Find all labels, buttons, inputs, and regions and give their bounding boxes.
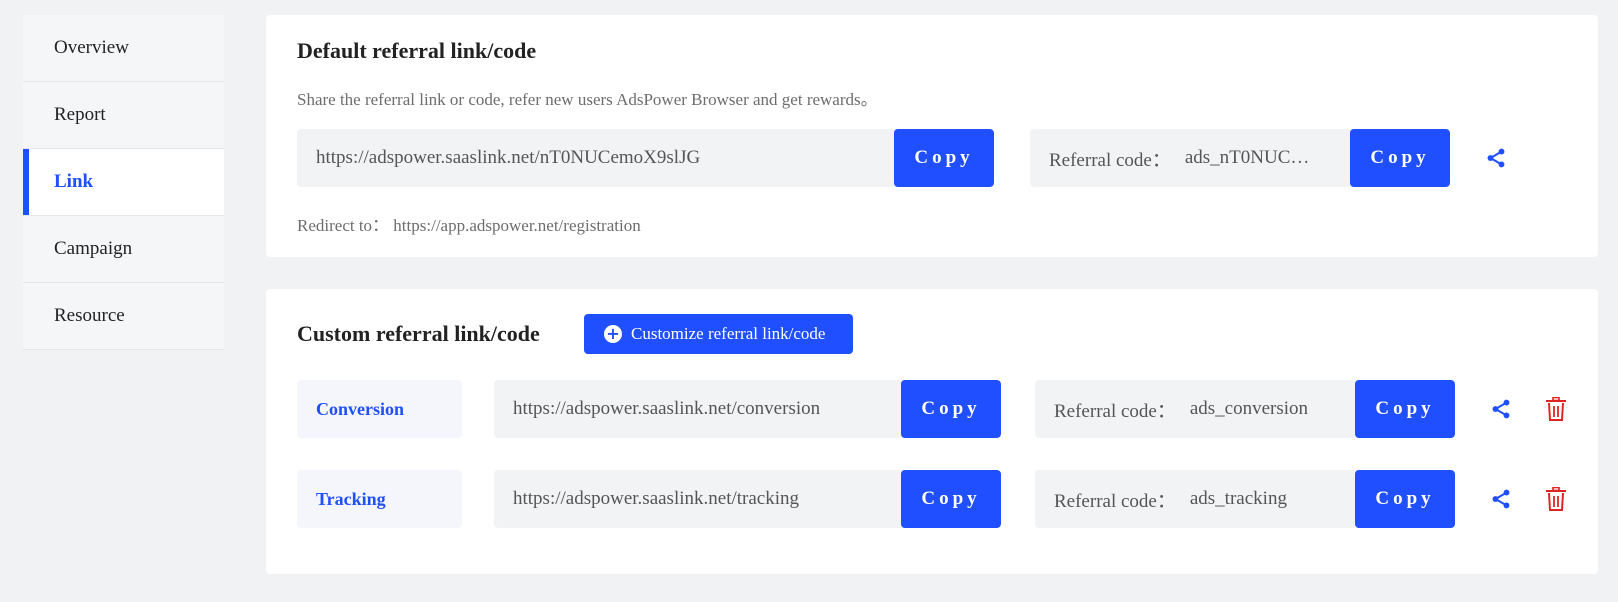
default-link-value: https://adspower.saaslink.net/nT0NUCemoX… xyxy=(316,147,701,168)
customize-referral-button-label: Customize referral link/code xyxy=(631,324,826,343)
sidebar-item-label: Report xyxy=(54,104,106,125)
referral-code-label: Referral code： xyxy=(1049,149,1171,171)
copy-default-code-button[interactable]: Copy xyxy=(1350,129,1450,187)
custom-code-value: ads_conversion xyxy=(1189,398,1309,419)
redirect-text: Redirect to： https://app.adspower.net/re… xyxy=(297,216,641,235)
sidebar-item-resource[interactable]: Resource xyxy=(23,283,224,350)
trash-icon[interactable] xyxy=(1543,396,1569,422)
custom-link-field[interactable]: https://adspower.saaslink.net/conversion… xyxy=(494,380,1001,438)
sidebar-item-report[interactable]: Report xyxy=(23,82,224,149)
default-section-title: Default referral link/code xyxy=(297,38,537,63)
trash-icon[interactable] xyxy=(1543,486,1569,512)
custom-section-title: Custom referral link/code xyxy=(297,321,540,346)
custom-referral-card: Custom referral link/code + Customize re… xyxy=(266,289,1598,574)
sidebar-item-label: Campaign xyxy=(54,238,133,259)
sidebar-item-label: Link xyxy=(54,171,94,192)
copy-default-link-button[interactable]: Copy xyxy=(894,129,994,187)
sidebar-item-label: Resource xyxy=(54,305,125,326)
custom-code-field[interactable]: Referral code： ads_tracking Copy xyxy=(1035,470,1455,528)
default-section-description: Share the referral link or code, refer n… xyxy=(297,90,878,109)
copy-custom-code-button[interactable]: Copy xyxy=(1355,380,1455,438)
sidebar-item-label: Overview xyxy=(54,37,129,58)
default-code-value: ads_nT0NUCemoX9slJG xyxy=(1184,147,1311,168)
share-icon[interactable] xyxy=(1483,145,1509,171)
custom-link-field[interactable]: https://adspower.saaslink.net/tracking C… xyxy=(494,470,1001,528)
default-link-field[interactable]: https://adspower.saaslink.net/nT0NUCemoX… xyxy=(297,129,994,187)
custom-code-value: ads_tracking xyxy=(1189,488,1287,509)
default-code-field[interactable]: Referral code： ads_nT0NUCemoX9slJG Copy xyxy=(1030,129,1450,187)
referral-code-label: Referral code： xyxy=(1054,490,1176,512)
custom-code-field[interactable]: Referral code： ads_conversion Copy xyxy=(1035,380,1455,438)
copy-custom-link-button[interactable]: Copy xyxy=(901,470,1001,528)
plus-circle-icon: + xyxy=(604,325,622,343)
customize-referral-button[interactable]: + Customize referral link/code xyxy=(584,314,853,354)
sidebar-item-campaign[interactable]: Campaign xyxy=(23,216,224,283)
copy-custom-code-button[interactable]: Copy xyxy=(1355,470,1455,528)
default-referral-card: Default referral link/code Share the ref… xyxy=(266,15,1598,257)
share-icon[interactable] xyxy=(1488,486,1514,512)
sidebar-item-overview[interactable]: Overview xyxy=(23,15,224,82)
custom-link-name: Conversion xyxy=(297,380,462,438)
copy-custom-link-button[interactable]: Copy xyxy=(901,380,1001,438)
sidebar: Overview Report Link Campaign Resource xyxy=(23,15,224,350)
custom-link-name: Tracking xyxy=(297,470,462,528)
sidebar-item-link[interactable]: Link xyxy=(23,149,224,216)
referral-code-label: Referral code： xyxy=(1054,400,1176,422)
share-icon[interactable] xyxy=(1488,396,1514,422)
